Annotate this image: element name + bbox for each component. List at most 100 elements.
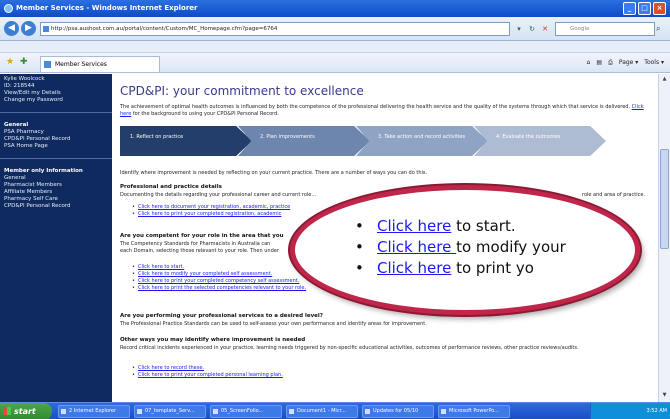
sidebar-user: Kylie Woolcock ID: 218544 View/Edit my D… — [0, 74, 112, 104]
list-item[interactable]: Click here to start. — [355, 216, 566, 237]
sidebar-item[interactable]: PSA Home Page — [0, 143, 112, 150]
section-text: Record critical incidents experienced in… — [120, 345, 579, 351]
sidebar-item-edit-details[interactable]: View/Edit my Details — [0, 90, 112, 97]
ie-logo-icon — [4, 4, 13, 13]
feeds-icon[interactable]: ▤ — [596, 57, 602, 69]
section-heading: Are you competent for your role in the a… — [120, 233, 284, 239]
links-toolbar — [0, 41, 670, 53]
tab-label: Member Services — [55, 61, 107, 68]
tab-page-icon — [44, 61, 51, 68]
minimize-icon[interactable]: _ — [623, 2, 636, 15]
app-icon — [137, 409, 142, 414]
list-item[interactable]: Click here to print your completed regis… — [132, 211, 290, 218]
section-heading: Are you performing your professional ser… — [120, 313, 323, 319]
start-button[interactable]: start — [0, 403, 52, 419]
sidebar-item-change-password[interactable]: Change my Password — [0, 97, 112, 104]
sidebar-item[interactable]: PSA Pharmacy — [0, 129, 112, 136]
tab-toolbar: ★ ✚ Member Services ⌂ ▤ ⎙ Page ▾ Tools ▾ — [0, 53, 670, 73]
step-plan[interactable]: 2. Plan improvements — [238, 126, 370, 156]
app-icon — [441, 409, 446, 414]
list-item[interactable]: Click here to modify your — [355, 237, 566, 258]
step-evaluate[interactable]: 4. Evaluate the outcomes — [474, 126, 606, 156]
list-item[interactable]: Click here to start. — [132, 264, 306, 271]
app-icon — [289, 409, 294, 414]
taskbar-item[interactable]: Document1 - Micr... — [286, 405, 358, 418]
app-icon — [61, 409, 66, 414]
taskbar-item[interactable]: 2 Internet Explorer — [58, 405, 130, 418]
list-item[interactable]: Click here to print the selected compete… — [132, 285, 306, 292]
address-input[interactable]: http://psa.aushost.com.au/portal/content… — [40, 22, 510, 36]
prof-links: Click here to document your registration… — [132, 204, 290, 218]
scroll-down-icon[interactable]: ▼ — [660, 391, 669, 400]
sidebar-members: Member only Information General Pharmaci… — [0, 168, 112, 210]
list-item[interactable]: Click here to modify your completed self… — [132, 271, 306, 278]
search-input[interactable]: Google — [555, 22, 655, 36]
list-item[interactable]: Click here to print yo — [355, 258, 566, 279]
window-title: Member Services - Windows Internet Explo… — [16, 4, 198, 12]
window-controls: _ □ × — [623, 2, 666, 15]
sidebar-divider — [0, 158, 112, 159]
taskbar-item[interactable]: 05_ScreenFolio... — [210, 405, 282, 418]
step-reflect[interactable]: 1. Reflect on practice — [120, 126, 252, 156]
search-icon[interactable]: ⌕ — [656, 22, 668, 36]
sidebar-user-id: ID: 218544 — [4, 83, 35, 89]
section-text-tail: role and area of practice. — [582, 192, 646, 198]
process-steps: 1. Reflect on practice 2. Plan improveme… — [120, 126, 650, 156]
taskbar-item[interactable]: 07_template_Serv... — [134, 405, 206, 418]
taskbar-item[interactable]: Updates for 05/10 — [362, 405, 434, 418]
section-text: The Professional Practice Standards can … — [120, 321, 427, 327]
go-icon[interactable]: ▾ — [513, 23, 525, 35]
search-placeholder: Google — [570, 26, 590, 32]
clock: 3:52 AM — [646, 408, 667, 414]
refresh-icon[interactable]: ↻ — [526, 23, 538, 35]
sidebar-item[interactable]: Affiliate Members — [0, 189, 112, 196]
windows-flag-icon — [3, 407, 11, 415]
sidebar-item[interactable]: CPD&PI Personal Record — [0, 203, 112, 210]
scroll-up-icon[interactable]: ▲ — [660, 75, 669, 84]
list-item[interactable]: Click here to record these. — [132, 365, 283, 372]
section-heading: Professional and practice details — [120, 184, 222, 190]
address-toolbar: ◀ ▶ http://psa.aushost.com.au/portal/con… — [0, 17, 670, 41]
sidebar-item[interactable]: General — [0, 175, 112, 182]
tab-member-services[interactable]: Member Services — [40, 56, 160, 72]
back-button[interactable]: ◀ — [4, 21, 19, 36]
identify-text: Identify where improvement is needed by … — [120, 170, 428, 176]
sidebar: Kylie Woolcock ID: 218544 View/Edit my D… — [0, 74, 112, 402]
section-heading: Other ways you may identify where improv… — [120, 337, 306, 343]
sidebar-item[interactable]: Pharmacist Members — [0, 182, 112, 189]
step-action[interactable]: 3. Take action and record activities — [356, 126, 488, 156]
sidebar-divider — [0, 112, 112, 113]
add-favorite-icon[interactable]: ✚ — [20, 57, 28, 67]
close-icon[interactable]: × — [653, 2, 666, 15]
print-icon[interactable]: ⎙ — [608, 57, 613, 69]
sidebar-item[interactable]: CPD&PI Personal Record — [0, 136, 112, 143]
system-tray: 3:52 AM — [590, 403, 670, 419]
home-icon[interactable]: ⌂ — [587, 57, 591, 69]
command-bar: ⌂ ▤ ⎙ Page ▾ Tools ▾ — [587, 57, 664, 69]
sidebar-heading: General — [4, 122, 29, 128]
magnified-links: Click here to start. Click here to modif… — [355, 216, 566, 279]
sidebar-item[interactable]: Pharmacy Self Care — [0, 196, 112, 203]
vertical-scrollbar[interactable]: ▲ ▼ — [658, 74, 670, 402]
sidebar-user-name: Kylie Woolcock — [4, 76, 45, 82]
competency-links: Click here to start. Click here to modif… — [132, 264, 306, 292]
address-url: http://psa.aushost.com.au/portal/content… — [51, 26, 278, 32]
taskbar-item[interactable]: Microsoft PowerPo... — [438, 405, 510, 418]
page-title: CPD&PI: your commitment to excellence — [120, 84, 364, 98]
sidebar-general: General PSA Pharmacy CPD&PI Personal Rec… — [0, 122, 112, 150]
list-item[interactable]: Click here to document your registration… — [132, 204, 290, 211]
tools-menu[interactable]: Tools ▾ — [644, 57, 664, 69]
forward-button[interactable]: ▶ — [21, 21, 36, 36]
window-titlebar: Member Services - Windows Internet Explo… — [0, 0, 670, 17]
favorites-star-icon[interactable]: ★ — [6, 57, 14, 67]
list-item[interactable]: Click here to print your completed perso… — [132, 372, 283, 379]
sidebar-heading: Member only Information — [4, 168, 83, 174]
page-menu[interactable]: Page ▾ — [619, 57, 638, 69]
stop-icon[interactable]: ✕ — [539, 23, 551, 35]
taskbar: start 2 Internet Explorer 07_template_Se… — [0, 402, 670, 419]
maximize-icon[interactable]: □ — [638, 2, 651, 15]
list-item[interactable]: Click here to print your completed compe… — [132, 278, 306, 285]
scroll-thumb[interactable] — [660, 149, 669, 249]
magnifier-callout: Click here to start. Click here to modif… — [290, 185, 640, 315]
page-icon — [43, 26, 49, 32]
